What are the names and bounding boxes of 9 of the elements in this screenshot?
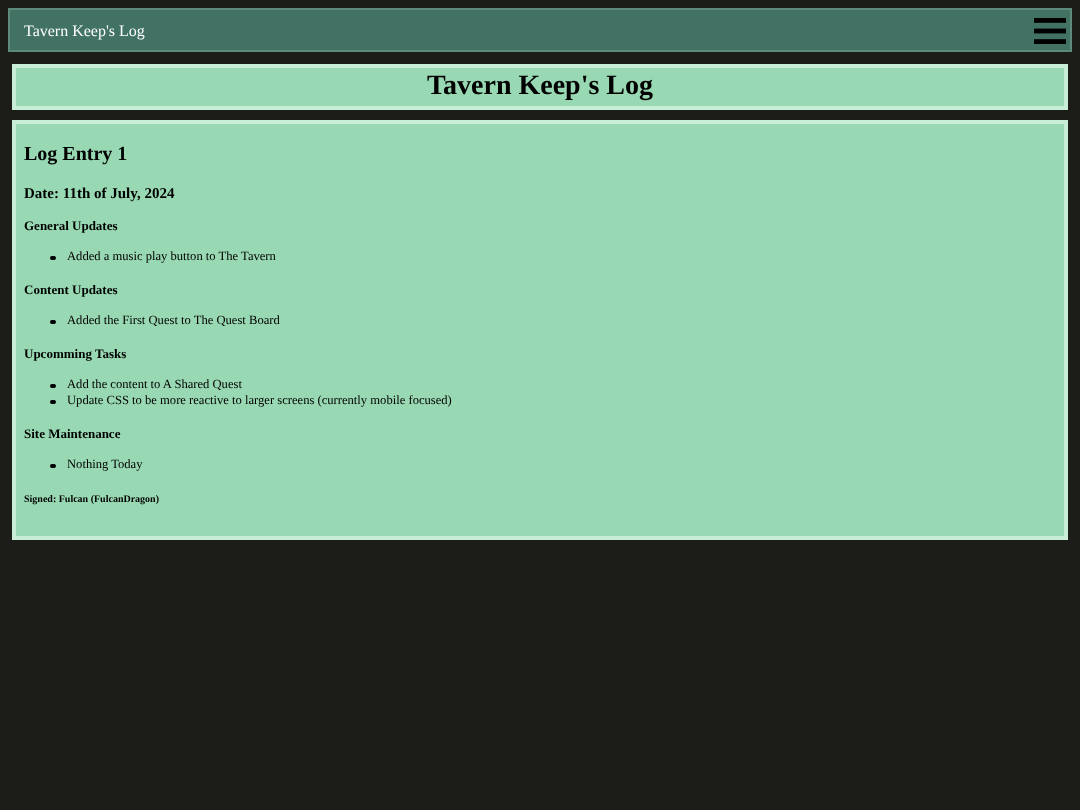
entry-title: Log Entry 1 [24, 144, 130, 166]
page-title: Tavern Keep's Log [426, 71, 654, 103]
site-title[interactable]: Tavern Keep's Log [24, 21, 145, 39]
bullet-icon [50, 255, 55, 261]
bullet-icon [50, 399, 55, 405]
bullet-icon [50, 383, 55, 389]
bullet-icon [50, 463, 55, 469]
bullet-icon [50, 319, 55, 325]
menu-icon[interactable] [1034, 17, 1066, 43]
